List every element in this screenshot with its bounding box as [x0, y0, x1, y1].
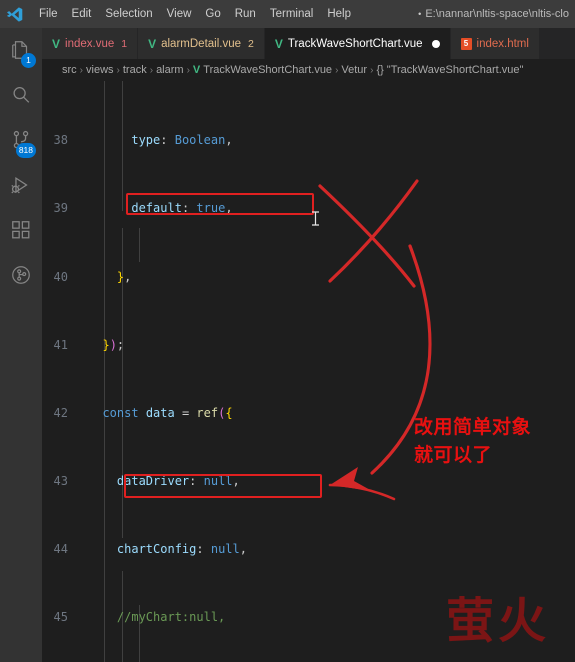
- title-bar: File Edit Selection View Go Run Terminal…: [0, 0, 575, 28]
- line-content[interactable]: });: [82, 337, 575, 354]
- editor-group: V index.vue 1 V alarmDetail.vue 2 V Trac…: [42, 28, 575, 662]
- vue-icon: V: [52, 36, 61, 51]
- menu-item-file[interactable]: File: [32, 5, 65, 23]
- tab-label: index.html: [476, 37, 529, 50]
- menu-item-view[interactable]: View: [160, 5, 199, 23]
- sidebar-item-explorer[interactable]: 1: [0, 30, 42, 75]
- workbench: 1 818 V index.vue 1 V alarmDetail.vue 2 …: [0, 28, 575, 662]
- chevron-right-icon: ›: [370, 64, 374, 76]
- line-content[interactable]: default: true,: [82, 200, 575, 217]
- line-content[interactable]: dataDriver: null,: [82, 473, 575, 490]
- menu-item-run[interactable]: Run: [228, 5, 263, 23]
- line-content[interactable]: },: [82, 269, 575, 286]
- line-content[interactable]: //myChart:null,: [82, 609, 575, 626]
- breadcrumb-item-src[interactable]: src: [62, 64, 77, 76]
- vue-icon: V: [148, 36, 157, 51]
- breadcrumb-item-vetur[interactable]: Vetur: [341, 64, 367, 76]
- breadcrumb-item-symbol[interactable]: "TrackWaveShortChart.vue": [387, 64, 524, 76]
- line-number: 45: [53, 610, 68, 625]
- menu-item-go[interactable]: Go: [198, 5, 227, 23]
- line-number: 38: [53, 133, 68, 148]
- code-line[interactable]: 44 chartConfig: null,: [42, 541, 575, 558]
- sidebar-item-gitlens[interactable]: [0, 255, 42, 300]
- window-title-path: E:\nannar\nltis-space\nltis-clo: [425, 8, 569, 20]
- activity-bar[interactable]: 1 818: [0, 28, 42, 662]
- code-line[interactable]: 43 dataDriver: null,: [42, 473, 575, 490]
- line-number: 39: [53, 201, 68, 216]
- tab-problem-count: 2: [248, 37, 254, 50]
- menu-item-help[interactable]: Help: [320, 5, 358, 23]
- line-number: 44: [53, 542, 68, 557]
- vscode-logo-icon: [0, 0, 28, 28]
- chevron-right-icon: ›: [79, 64, 84, 76]
- code-line[interactable]: 42 const data = ref({: [42, 405, 575, 422]
- tab-index-vue[interactable]: V index.vue 1: [42, 28, 139, 59]
- tab-alarmdetail-vue[interactable]: V alarmDetail.vue 2: [138, 28, 265, 59]
- tab-label: index.vue: [65, 37, 115, 50]
- line-content[interactable]: chartConfig: null,: [82, 541, 575, 558]
- line-number: 41: [53, 337, 68, 352]
- tab-problem-count: 1: [121, 37, 128, 50]
- code-line[interactable]: 41 });: [42, 337, 575, 354]
- vue-icon: V: [192, 64, 201, 76]
- code-editor[interactable]: 38 type: Boolean, 39 default: true, 40 }…: [42, 81, 575, 662]
- menu-bar[interactable]: File Edit Selection View Go Run Terminal…: [32, 5, 358, 23]
- tab-index-html[interactable]: 5 index.html: [450, 28, 540, 59]
- search-icon: [10, 84, 32, 111]
- line-content[interactable]: type: Boolean,: [82, 132, 575, 149]
- menu-item-terminal[interactable]: Terminal: [263, 5, 320, 23]
- menu-item-selection[interactable]: Selection: [98, 5, 159, 23]
- run-debug-icon: [10, 174, 32, 201]
- source-control-badge: 818: [15, 143, 36, 158]
- html-icon: 5: [460, 37, 472, 50]
- vue-icon: V: [274, 36, 283, 51]
- line-number: 43: [53, 474, 68, 489]
- line-content[interactable]: const data = ref({: [82, 405, 575, 422]
- chevron-right-icon: ›: [186, 64, 190, 76]
- code-line[interactable]: 40 },: [42, 269, 575, 286]
- chevron-right-icon: ›: [149, 64, 154, 76]
- chevron-right-icon: ›: [116, 64, 120, 76]
- sidebar-item-run-debug[interactable]: [0, 165, 42, 210]
- chevron-right-icon: ›: [335, 64, 339, 76]
- breadcrumb-item-file[interactable]: TrackWaveShortChart.vue: [203, 64, 332, 76]
- sidebar-item-search[interactable]: [0, 75, 42, 120]
- breadcrumb-item-views[interactable]: views: [86, 64, 114, 76]
- tab-trackwaveshortchart-vue[interactable]: V TrackWaveShortChart.vue: [264, 28, 451, 59]
- code-lines[interactable]: 38 type: Boolean, 39 default: true, 40 }…: [42, 81, 575, 662]
- line-number: 40: [53, 269, 68, 284]
- breadcrumb-item-alarm[interactable]: alarm: [156, 64, 184, 76]
- gitlens-icon: [10, 264, 32, 291]
- tab-bar[interactable]: V index.vue 1 V alarmDetail.vue 2 V Trac…: [42, 28, 575, 59]
- breadcrumb[interactable]: src › views › track › alarm › V TrackWav…: [42, 59, 575, 81]
- explorer-badge: 1: [21, 53, 36, 68]
- extensions-icon: [10, 219, 32, 246]
- breadcrumb-item-track[interactable]: track: [123, 64, 147, 76]
- sidebar-item-extensions[interactable]: [0, 210, 42, 255]
- code-line[interactable]: 39 default: true,: [42, 200, 575, 217]
- unsaved-dot-icon: •: [418, 9, 422, 19]
- menu-item-edit[interactable]: Edit: [65, 5, 99, 23]
- code-line[interactable]: 45 //myChart:null,: [42, 609, 575, 626]
- line-number: 42: [53, 405, 68, 420]
- braces-icon: {}: [376, 64, 384, 76]
- sidebar-item-source-control[interactable]: 818: [0, 120, 42, 165]
- code-line[interactable]: 38 type: Boolean,: [42, 132, 575, 149]
- tab-label: alarmDetail.vue: [161, 37, 242, 50]
- tab-dirty-indicator[interactable]: [431, 39, 440, 48]
- tab-label: TrackWaveShortChart.vue: [287, 37, 423, 50]
